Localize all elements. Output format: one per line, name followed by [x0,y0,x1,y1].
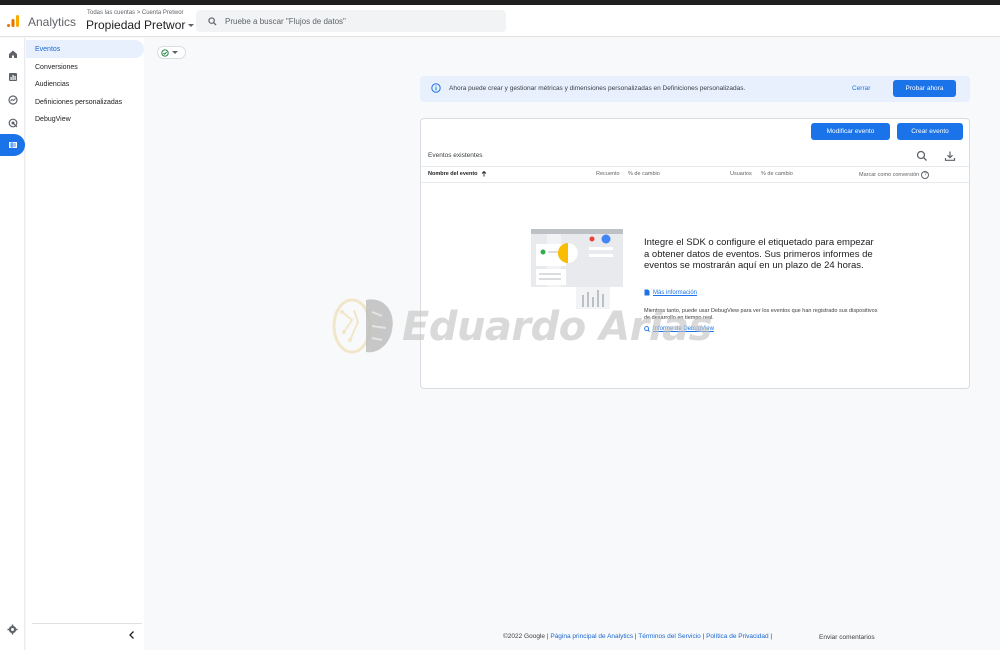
watermark: Eduardo Arias [332,292,712,357]
search-box[interactable] [196,10,506,32]
try-now-button[interactable]: Probar ahora [893,80,956,97]
header: Analytics Todas las cuentas > Cuenta Pre… [0,5,1000,37]
reports-icon [8,72,17,81]
help-icon[interactable]: ? [921,171,930,179]
nav-item-eventos[interactable]: Eventos [26,40,144,58]
search-icon [208,16,217,26]
search-icon[interactable] [916,150,928,162]
app-name: Analytics [28,15,77,29]
property-selector[interactable]: Propiedad Pretwor [86,18,195,32]
divider [421,182,969,183]
banner-close-button[interactable]: Cerrar [852,85,870,92]
home-icon [8,50,17,58]
arrow-up-icon [481,171,486,177]
left-rail [0,38,25,650]
footer: ©2022 Google | Página principal de Analy… [503,633,773,640]
footer-terms-link[interactable]: Términos del Servicio [638,633,701,640]
chevron-down-icon [172,51,178,54]
info-banner: Ahora puede crear y gestionar métricas y… [420,76,970,102]
footer-privacy-link[interactable]: Política de Privacidad [706,633,769,640]
empty-state-title: Integre el SDK o configure el etiquetado… [644,237,874,271]
nav-item-definiciones[interactable]: Definiciones personalizadas [26,93,144,111]
divider [421,166,969,167]
collapse-nav-icon[interactable] [127,630,137,640]
col-mark-conversion-label: Marcar como conversión [859,172,920,178]
col-count[interactable]: Recuento [596,171,620,177]
banner-text: Ahora puede crear y gestionar métricas y… [449,85,746,92]
nav-item-audiencias[interactable]: Audiencias [26,75,144,93]
data-status-chip[interactable] [157,46,186,59]
chevron-down-icon [188,23,195,27]
rail-explore[interactable] [4,91,21,108]
col-users[interactable]: Usuarios [730,171,752,177]
explore-icon [7,94,18,105]
footer-copyright: ©2022 Google | [503,633,549,640]
rail-advertising[interactable] [4,114,21,131]
check-circle-icon [161,48,169,57]
send-feedback-button[interactable]: Enviar comentarios [819,634,875,641]
watermark-text: Eduardo Arias [402,304,712,350]
nav-item-conversiones[interactable]: Conversiones [26,58,144,76]
col-event-name-label: Nombre del evento [428,171,478,177]
brain-logo-icon [332,298,393,354]
footer-home-link[interactable]: Página principal de Analytics [550,633,633,640]
card-title: Eventos existentes [428,152,483,159]
rail-home[interactable] [4,45,21,62]
nav-divider [32,623,142,624]
download-icon[interactable] [944,150,956,162]
analytics-logo-icon [7,15,19,27]
col-mark-conversion[interactable]: Marcar como conversión ? [859,171,930,179]
settings-icon [7,624,18,635]
col-users-change[interactable]: % de cambio [761,171,793,177]
configure-icon [8,142,17,148]
search-input[interactable] [225,16,475,26]
rail-configure[interactable] [0,134,25,156]
modify-event-button[interactable]: Modificar evento [811,123,890,140]
configure-sidenav: Eventos Conversiones Audiencias Definici… [26,38,144,650]
rail-reports[interactable] [4,68,21,85]
info-icon [431,83,441,93]
col-event-name[interactable]: Nombre del evento [428,171,487,177]
rail-settings[interactable] [4,621,21,638]
col-count-change[interactable]: % de cambio [628,171,660,177]
breadcrumb[interactable]: Todas las cuentas > Cuenta Pretwor [87,10,184,16]
create-event-button[interactable]: Crear evento [897,123,963,140]
advertising-icon [8,118,17,127]
nav-item-debugview[interactable]: DebugView [26,110,144,128]
property-name: Propiedad Pretwor [86,18,186,32]
